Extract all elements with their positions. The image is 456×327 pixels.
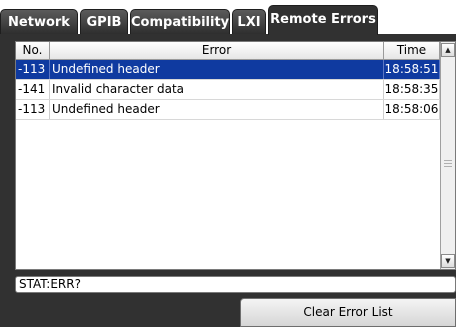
scroll-grip-icon[interactable] — [444, 160, 452, 167]
row-number: -141 — [16, 80, 50, 99]
table-row[interactable]: -141 Invalid character data 18:58:35 — [16, 80, 440, 100]
arrow-up-icon[interactable]: ▲ — [441, 43, 455, 57]
table-header: No. Error Time — [16, 42, 440, 60]
command-field[interactable]: STAT:ERR? — [15, 276, 456, 293]
row-error: Invalid character data — [50, 80, 384, 99]
column-header-time[interactable]: Time — [384, 42, 440, 59]
row-time: 18:58:06 — [384, 100, 440, 119]
tab-lxi[interactable]: LXI — [232, 9, 266, 34]
row-number: -113 — [16, 100, 50, 119]
table-rows: -113 Undefined header 18:58:51 -141 Inva… — [16, 60, 440, 120]
table-row[interactable]: -113 Undefined header 18:58:51 — [16, 60, 440, 80]
tab-bar: Network GPIB Compatibility LXI Remote Er… — [0, 0, 456, 35]
arrow-down-icon[interactable]: ▼ — [441, 254, 455, 268]
row-number: -113 — [16, 60, 50, 79]
column-header-no[interactable]: No. — [16, 42, 50, 59]
error-table: No. Error Time -113 Undefined header 18:… — [15, 41, 456, 270]
row-time: 18:58:51 — [384, 60, 440, 79]
table-row[interactable]: -113 Undefined header 18:58:06 — [16, 100, 440, 120]
vertical-scrollbar[interactable]: ▲ ▼ — [440, 42, 455, 269]
tab-gpib[interactable]: GPIB — [80, 9, 128, 34]
row-time: 18:58:35 — [384, 80, 440, 99]
tab-remote-errors[interactable]: Remote Errors — [268, 5, 378, 35]
clear-error-list-button[interactable]: Clear Error List — [240, 298, 456, 327]
row-error: Undefined header — [50, 60, 384, 79]
tab-compatibility[interactable]: Compatibility — [130, 9, 230, 34]
tab-network[interactable]: Network — [0, 9, 78, 34]
column-header-error[interactable]: Error — [50, 42, 384, 59]
row-error: Undefined header — [50, 100, 384, 119]
